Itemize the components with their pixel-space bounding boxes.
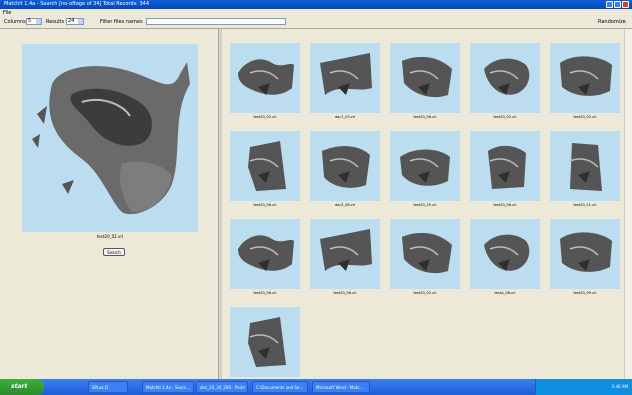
results-pane: test20_02.vrl doc7_03.vrl test20_06.vrl tes… [222, 29, 624, 379]
fragment-image [322, 146, 370, 188]
thumbnail-caption: test20_09.vrl [573, 291, 597, 295]
fragment-image [238, 235, 294, 271]
fragment-image [248, 317, 286, 367]
filter-input[interactable] [146, 18, 286, 25]
result-thumbnail[interactable] [470, 219, 540, 289]
fragment-image [402, 232, 452, 274]
menu-bar: File [0, 9, 632, 17]
fragment-image [402, 56, 452, 98]
minimize-button[interactable] [606, 1, 613, 8]
query-caption: test20_02.vrl [96, 234, 124, 239]
result-thumbnail[interactable] [230, 131, 300, 201]
chevron-down-icon [78, 19, 83, 24]
query-preview-image [22, 44, 198, 232]
thumbnail-caption: test20_02.vrl [413, 291, 437, 295]
results-value: 24 [68, 18, 75, 24]
fragment-image [488, 145, 526, 189]
search-button[interactable]: Search [103, 248, 125, 256]
fragment-image [400, 149, 450, 186]
results-label: Results [46, 19, 65, 25]
thumbnail-caption: doc7_03.vrl [334, 115, 356, 119]
results-select[interactable]: 24 [66, 18, 84, 25]
taskbar-item[interactable]: SPLas D [88, 381, 128, 393]
menu-file[interactable]: File [3, 10, 11, 16]
fragment-image [320, 229, 372, 271]
filter-label: Filter files names [100, 19, 143, 25]
fragment-image [248, 141, 286, 191]
fragment-image [560, 56, 612, 96]
taskbar: start SPLas D Matchit 1.4a - Searc... do… [0, 379, 632, 395]
close-button[interactable] [622, 1, 629, 8]
result-thumbnail[interactable] [470, 43, 540, 113]
thumbnail-caption: test20_06.vrl [333, 291, 357, 295]
result-thumbnail[interactable] [310, 131, 380, 201]
fragment-image [484, 234, 530, 271]
title-bar: Matchit 1.4a - Search [no-oftage of 34] … [0, 0, 632, 9]
start-button[interactable]: start [0, 379, 44, 395]
result-thumbnail[interactable] [550, 43, 620, 113]
thumbnail-caption: test20_06.vrl [253, 291, 277, 295]
vertical-scrollbar[interactable] [624, 29, 632, 379]
taskbar-item[interactable]: doc_20_34_200 - Paint [196, 381, 248, 393]
result-thumbnail[interactable] [310, 219, 380, 289]
columns-value: 5 [28, 18, 32, 24]
result-thumbnail[interactable] [230, 307, 300, 377]
window-title: Matchit 1.4a - Search [no-oftage of 34] … [4, 1, 149, 7]
fragment-image [484, 58, 530, 95]
columns-label: Columns [4, 19, 26, 25]
result-thumbnail[interactable] [310, 43, 380, 113]
thumbnail-caption: test20_25.vrl [413, 203, 437, 207]
fragment-image [569, 143, 602, 191]
taskbar-item[interactable]: C:\Documents and Se... [252, 381, 308, 393]
chevron-down-icon [36, 19, 41, 24]
result-thumbnail[interactable] [390, 219, 460, 289]
thumbnail-caption: test20_21.vrl [573, 203, 597, 207]
result-thumbnail[interactable] [470, 131, 540, 201]
fragment-image [560, 232, 612, 272]
thumbnail-caption: test20_06.vrl [493, 203, 517, 207]
thumbnail-caption: test20_02.vrl [573, 115, 597, 119]
taskbar-item[interactable]: Microsoft Word - Matc... [312, 381, 370, 393]
result-thumbnail[interactable] [550, 131, 620, 201]
toolbar: Columns 5 Results 24 Filter files names … [0, 17, 632, 29]
randomize-label[interactable]: Randomize [598, 19, 626, 25]
result-thumbnail[interactable] [390, 43, 460, 113]
columns-select[interactable]: 5 [26, 18, 42, 25]
system-tray: 3:46 AM [535, 379, 632, 395]
result-thumbnail[interactable] [550, 219, 620, 289]
result-thumbnail[interactable] [230, 43, 300, 113]
fragment-image [320, 53, 372, 95]
thumbnail-caption: doc3_06.vrl [334, 203, 356, 207]
thumbnail-caption: test20_02.vrl [493, 115, 517, 119]
thumbnail-caption: test20_06.vrl [253, 203, 277, 207]
fragment-image [238, 59, 294, 95]
clock: 3:46 AM [611, 384, 628, 389]
result-thumbnail[interactable] [230, 219, 300, 289]
thumbnail-caption: tessx_06.vrl [494, 291, 516, 295]
maximize-button[interactable] [614, 1, 621, 8]
taskbar-item[interactable]: Matchit 1.4a - Searc... [142, 381, 194, 393]
thumbnail-caption: test20_02.vrl [253, 115, 277, 119]
thumbnail-caption: test20_06.vrl [413, 115, 437, 119]
result-thumbnail[interactable] [390, 131, 460, 201]
